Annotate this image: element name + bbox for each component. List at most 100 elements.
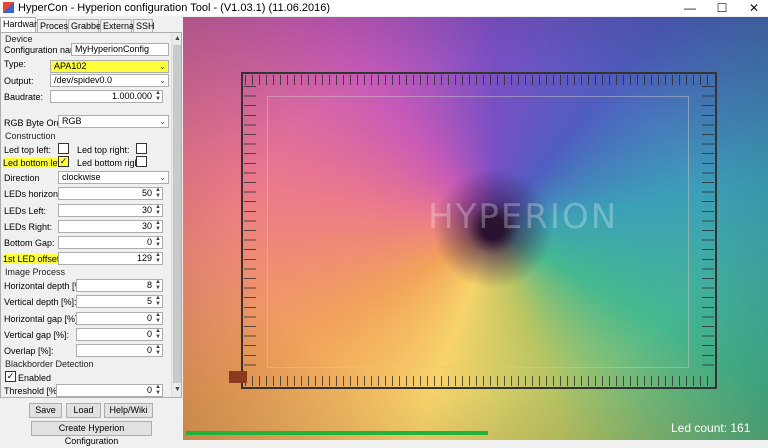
tab-external[interactable]: External bbox=[100, 19, 136, 32]
leds-horizontal-spinner[interactable]: 50 ▲ ▼ bbox=[58, 187, 163, 200]
panel-scrollbar[interactable]: ▲ ▼ bbox=[171, 33, 181, 397]
leds-right-value: 30 bbox=[141, 221, 152, 231]
hgap-label: Horizontal gap [%]: bbox=[4, 314, 81, 324]
spinner-arrows-icon[interactable]: ▲ ▼ bbox=[155, 312, 161, 324]
threshold-value: 0 bbox=[146, 385, 152, 395]
led-preview: HYPERION Led count: 161 bbox=[183, 17, 768, 440]
output-select-value: /dev/spidev0.0 bbox=[54, 75, 113, 85]
maximize-button[interactable]: ☐ bbox=[704, 0, 740, 16]
threshold-spinner[interactable]: 0 ▲ ▼ bbox=[56, 384, 163, 397]
hdepth-spinner[interactable]: 8 ▲ ▼ bbox=[76, 279, 163, 292]
led-layout-frame bbox=[229, 72, 717, 389]
vgap-label: Vertical gap [%]: bbox=[4, 330, 70, 340]
led-bottom-right-label: Led bottom right: bbox=[77, 158, 145, 168]
hgap-spinner[interactable]: 0 ▲ ▼ bbox=[76, 312, 163, 325]
spinner-arrows-icon[interactable]: ▲ ▼ bbox=[155, 236, 161, 248]
scroll-thumb[interactable] bbox=[173, 45, 181, 383]
tab-bar: Hardware Process Grabber External SSH bbox=[0, 17, 182, 33]
scroll-up-icon[interactable]: ▲ bbox=[173, 34, 181, 44]
config-name-input[interactable]: MyHyperionConfig bbox=[71, 43, 169, 56]
spinner-arrows-icon[interactable]: ▲ ▼ bbox=[155, 295, 161, 307]
scroll-down-icon[interactable]: ▼ bbox=[173, 385, 181, 395]
blackborder-enabled-checkbox[interactable]: ✓ bbox=[5, 371, 16, 382]
leds-right-spinner[interactable]: 30 ▲ ▼ bbox=[58, 220, 163, 233]
leds-horizontal-value: 50 bbox=[141, 188, 152, 198]
spinner-arrows-icon[interactable]: ▲ ▼ bbox=[155, 279, 161, 291]
window-title: HyperCon - Hyperion configuration Tool -… bbox=[18, 2, 331, 14]
led-inner-area bbox=[267, 96, 689, 368]
title-bar: HyperCon - Hyperion configuration Tool -… bbox=[0, 0, 768, 16]
bottom-gap-value: 0 bbox=[146, 237, 152, 247]
baudrate-label: Baudrate: bbox=[4, 92, 44, 102]
spinner-arrows-icon[interactable]: ▲ ▼ bbox=[155, 204, 161, 216]
led-top-left-label: Led top left: bbox=[4, 145, 52, 155]
spinner-arrows-icon[interactable]: ▲ ▼ bbox=[155, 90, 161, 102]
type-select[interactable]: APA102 ⌄ bbox=[50, 60, 169, 73]
led-bottom-right-checkbox[interactable] bbox=[136, 156, 147, 167]
tab-grabber[interactable]: Grabber bbox=[68, 19, 104, 32]
first-led-offset-value: 129 bbox=[136, 253, 152, 263]
type-label: Type: bbox=[4, 59, 27, 69]
image-process-group-label: Image Process bbox=[5, 267, 66, 277]
rgb-order-select[interactable]: RGB ⌄ bbox=[58, 115, 169, 128]
leds-left-value: 30 bbox=[141, 205, 152, 215]
spinner-arrows-icon[interactable]: ▲ ▼ bbox=[155, 252, 161, 264]
threshold-label: Threshold [%]: bbox=[4, 386, 63, 396]
chevron-down-icon: ⌄ bbox=[159, 76, 166, 85]
help-wiki-button[interactable]: Help/Wiki bbox=[104, 403, 153, 418]
led-bottom-left-label: Led bottom left: bbox=[3, 158, 66, 168]
tab-ssh[interactable]: SSH bbox=[133, 19, 155, 32]
create-config-button[interactable]: Create Hyperion Configuration bbox=[31, 421, 152, 446]
vdepth-spinner[interactable]: 5 ▲ ▼ bbox=[76, 295, 163, 308]
leds-left-spinner[interactable]: 30 ▲ ▼ bbox=[58, 204, 163, 217]
leds-left-label: LEDs Left: bbox=[4, 206, 47, 216]
led-bottom-left-checkbox[interactable]: ✓ bbox=[58, 156, 69, 167]
baudrate-spinner[interactable]: 1.000.000 ▲ ▼ bbox=[50, 90, 163, 103]
blackborder-enabled-label: Enabled bbox=[18, 373, 52, 383]
tab-hardware[interactable]: Hardware bbox=[0, 17, 42, 33]
direction-label: Direction bbox=[4, 173, 40, 183]
led-count-label: Led count: 161 bbox=[671, 421, 751, 435]
chevron-down-icon: ⌄ bbox=[159, 117, 166, 126]
hardware-settings-panel: Device Configuration name: MyHyperionCon… bbox=[0, 32, 182, 398]
spinner-arrows-icon[interactable]: ▲ ▼ bbox=[155, 384, 161, 396]
chevron-down-icon: ⌄ bbox=[159, 173, 166, 182]
check-icon: ✓ bbox=[6, 371, 15, 381]
vdepth-value: 5 bbox=[146, 296, 152, 306]
spinner-arrows-icon[interactable]: ▲ ▼ bbox=[155, 220, 161, 232]
output-select[interactable]: /dev/spidev0.0 ⌄ bbox=[50, 74, 169, 87]
hdepth-label: Horizontal depth [%]: bbox=[4, 281, 88, 291]
chevron-down-icon: ⌄ bbox=[159, 62, 166, 71]
direction-select[interactable]: clockwise ⌄ bbox=[58, 171, 169, 184]
overlap-value: 0 bbox=[146, 345, 152, 355]
check-icon: ✓ bbox=[59, 156, 68, 166]
bottom-gap-label: Bottom Gap: bbox=[4, 238, 55, 248]
app-icon bbox=[3, 2, 14, 13]
first-led-marker bbox=[229, 371, 247, 383]
spinner-arrows-icon[interactable]: ▲ ▼ bbox=[155, 328, 161, 340]
minimize-button[interactable]: — bbox=[672, 0, 708, 16]
output-label: Output: bbox=[4, 76, 34, 86]
vgap-spinner[interactable]: 0 ▲ ▼ bbox=[76, 328, 163, 341]
close-button[interactable]: ✕ bbox=[736, 0, 768, 16]
led-top-right-checkbox[interactable] bbox=[136, 143, 147, 154]
direction-value: clockwise bbox=[62, 172, 101, 182]
hdepth-value: 8 bbox=[146, 280, 152, 290]
construction-group-label: Construction bbox=[5, 131, 56, 141]
overlap-spinner[interactable]: 0 ▲ ▼ bbox=[76, 344, 163, 357]
rgb-order-value: RGB bbox=[62, 116, 82, 126]
bottom-gap-spinner[interactable]: 0 ▲ ▼ bbox=[58, 236, 163, 249]
first-led-offset-spinner[interactable]: 129 ▲ ▼ bbox=[58, 252, 163, 265]
spinner-arrows-icon[interactable]: ▲ ▼ bbox=[155, 187, 161, 199]
spinner-arrows-icon[interactable]: ▲ ▼ bbox=[155, 344, 161, 356]
vdepth-label: Vertical depth [%]: bbox=[4, 297, 77, 307]
save-button[interactable]: Save bbox=[29, 403, 62, 418]
load-button[interactable]: Load bbox=[66, 403, 101, 418]
tab-process[interactable]: Process bbox=[37, 19, 73, 32]
type-select-value: APA102 bbox=[54, 61, 87, 71]
led-column-left bbox=[244, 86, 256, 374]
first-led-offset-label: 1st LED offset bbox=[3, 254, 60, 264]
baudrate-value: 1.000.000 bbox=[111, 91, 152, 101]
hgap-value: 0 bbox=[146, 313, 152, 323]
led-top-left-checkbox[interactable] bbox=[58, 143, 69, 154]
